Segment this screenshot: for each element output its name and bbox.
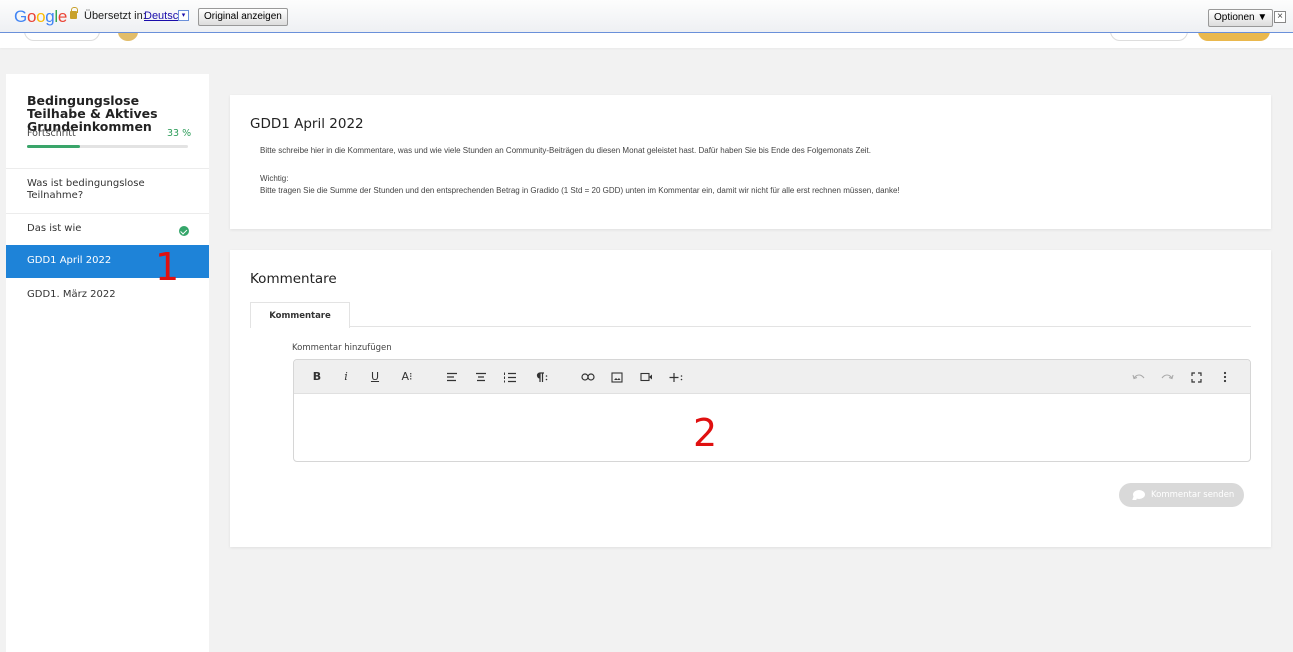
send-comment-button[interactable]: Kommentar senden: [1119, 483, 1244, 507]
progress-bar: [27, 145, 188, 148]
options-button[interactable]: Optionen ▼: [1208, 9, 1274, 27]
underline-button[interactable]: U: [367, 360, 383, 394]
header-primary-button[interactable]: [1198, 33, 1270, 41]
lesson-title: GDD1 April 2022: [250, 116, 364, 132]
lesson-item[interactable]: Was ist bedingungslose Teilnahme?: [6, 168, 146, 214]
comment-bubble-icon: [1133, 490, 1145, 499]
lesson-text: Wichtig:: [260, 174, 289, 183]
plus-icon[interactable]: [666, 360, 686, 394]
fullscreen-icon[interactable]: [1188, 360, 1204, 394]
translated-label: Übersetzt in:: [84, 10, 146, 22]
close-icon[interactable]: ×: [1274, 11, 1286, 23]
progress-label: Fortschritt: [27, 128, 76, 139]
tab-comments[interactable]: Kommentare: [250, 302, 350, 328]
check-circle-icon: [179, 226, 189, 236]
avatar[interactable]: [118, 33, 138, 41]
header-pill-button[interactable]: [24, 33, 100, 41]
lesson-item-label: Das ist wie: [27, 223, 82, 234]
comments-title: Kommentare: [250, 271, 337, 287]
video-icon[interactable]: [638, 360, 654, 394]
bold-button[interactable]: B: [309, 360, 325, 394]
progress-value: 33 %: [167, 128, 192, 139]
send-comment-label: Kommentar senden: [1151, 490, 1235, 500]
lesson-text: Bitte tragen Sie die Summe der Stunden u…: [260, 186, 900, 195]
redo-icon[interactable]: [1159, 360, 1175, 394]
lesson-content-card: GDD1 April 2022 Bitte schreibe hier in d…: [230, 95, 1271, 229]
annotation-number-two: 2: [693, 411, 718, 455]
align-center-icon[interactable]: [473, 360, 489, 394]
comments-card: Kommentare Kommentare Kommentar hinzufüg…: [230, 250, 1271, 547]
link-icon[interactable]: [580, 360, 596, 394]
progress-bar-fill: [27, 145, 81, 148]
course-sidebar: Bedingungslose Teilhabe & Aktives Grunde…: [6, 74, 209, 652]
site-header: [0, 33, 1293, 48]
undo-icon[interactable]: [1130, 360, 1146, 394]
lesson-text: Bitte schreibe hier in die Kommentare, w…: [260, 146, 872, 155]
image-icon[interactable]: [609, 360, 625, 394]
show-original-button[interactable]: Original anzeigen: [198, 8, 288, 26]
ordered-list-icon[interactable]: [502, 360, 518, 394]
language-dropdown-icon[interactable]: ▾: [178, 10, 189, 21]
tab-divider: [250, 326, 1251, 327]
header-pill-button-right[interactable]: [1110, 33, 1188, 41]
lock-icon: [70, 7, 78, 19]
editor-toolbar: B i U A⁝: [294, 360, 1250, 394]
more-vertical-icon[interactable]: [1217, 360, 1233, 394]
google-logo: Google: [14, 7, 68, 26]
lesson-item[interactable]: Das ist wie: [6, 213, 209, 245]
font-size-button[interactable]: A⁝: [396, 360, 418, 394]
paragraph-icon[interactable]: [531, 360, 551, 394]
comment-editor[interactable]: B i U A⁝: [293, 359, 1251, 462]
italic-button[interactable]: i: [338, 360, 354, 394]
align-left-icon[interactable]: [444, 360, 460, 394]
annotation-number-one: 1: [155, 245, 180, 289]
translate-bar: Google Übersetzt in: Deutsch ▾ Original …: [0, 0, 1293, 33]
add-comment-label: Kommentar hinzufügen: [292, 343, 392, 353]
